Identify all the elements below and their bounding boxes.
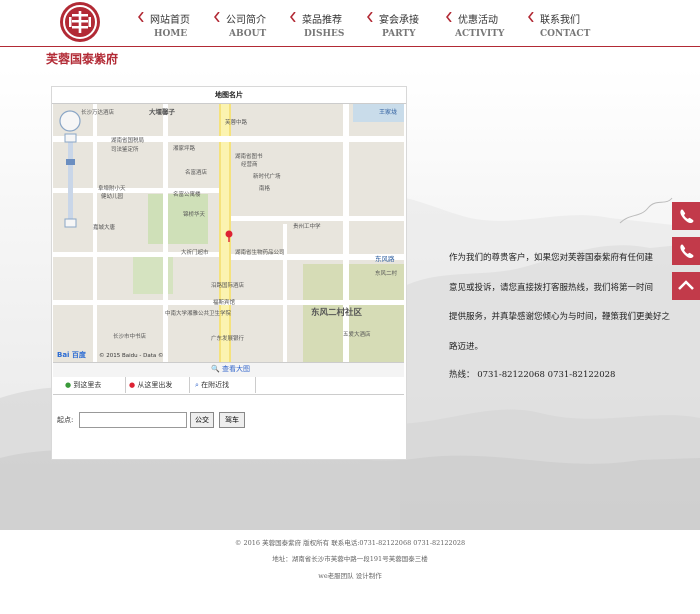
magnifier-icon: 🔍 (211, 365, 220, 373)
chevron-left-icon (138, 12, 144, 22)
map-label: 司法鉴定所 (111, 145, 139, 153)
nav-about-cn: 公司简介 (226, 15, 266, 26)
nav-dishes-cn: 菜品推荐 (302, 15, 342, 26)
pin-icon: ● (129, 381, 136, 389)
intro-line: 作为我们的尊贵客户，如果您对芙蓉国泰紫府有任何建 (449, 253, 654, 263)
map-label: 大祈门超市 (181, 248, 209, 256)
start-input[interactable] (79, 412, 187, 428)
pin-icon: ● (65, 381, 72, 389)
nav-home-cn: 网站首页 (150, 15, 190, 26)
search-icon: ⌕ (195, 381, 199, 389)
start-row: 起点: 公交 驾车 (57, 412, 397, 430)
nav-contact[interactable]: 联系我们 CONTACT (528, 8, 592, 44)
map-label: 长沙市中书店 (113, 332, 147, 340)
phone-icon (680, 209, 694, 224)
map-bigmap-bar: 🔍 查看大图 (53, 362, 404, 377)
map-label: 锦桥华天 (183, 210, 206, 218)
chevron-left-icon (367, 12, 373, 22)
view-big-map-link[interactable]: 🔍 查看大图 (211, 364, 250, 374)
map-label: 湖南省图书 (235, 152, 263, 160)
map-label: 广东发展银行 (211, 334, 245, 342)
baidu-map[interactable]: 长沙万达酒店 湖南省国税局 司法鉴定所 湘家坪路 名富酒店 名富公寓楼 新时代广… (53, 104, 404, 362)
intro-line: 路迈进。 (449, 341, 484, 352)
map-label: 名富公寓楼 (173, 190, 201, 198)
map-label: 福斯宾馆 (213, 298, 236, 306)
map-label: 芙蓉中路 (225, 118, 248, 126)
side-phone-button-2[interactable] (672, 237, 700, 265)
map-label: 东风二村社区 (311, 307, 363, 318)
nav-activity-cn: 优惠活动 (458, 15, 498, 26)
tab-go-here[interactable]: ● 到这里去 (61, 377, 126, 393)
intro-text: 作为我们的尊贵客户，如果您对芙蓉国泰紫府有任何建 意见或投诉，请您直接拨打客服热… (449, 244, 694, 362)
map-label: 东风二村 (375, 269, 398, 277)
nav-party-en: PARTY (382, 29, 416, 39)
intro-line: 提供服务，并真挚感谢您倾心为与时间，鞭策我们更美好之 (449, 312, 671, 322)
svg-text:Bai 百度: Bai 百度 (57, 350, 87, 359)
nav-about-en: ABOUT (229, 29, 267, 39)
footer: © 2016 芙蓉国泰紫府 版权所有 联系电话:0731-82122068 07… (0, 530, 700, 614)
nav-contact-en: CONTACT (540, 29, 591, 39)
logo[interactable] (58, 0, 102, 44)
map-canvas[interactable]: 长沙万达酒店 湖南省国税局 司法鉴定所 湘家坪路 名富酒店 名富公寓楼 新时代广… (53, 104, 404, 362)
map-label: 湖南省生物药品公司 (235, 248, 285, 256)
chevron-up-icon (678, 280, 694, 290)
tab-nearby[interactable]: ⌕ 在附近找 (191, 377, 256, 393)
map-label: 阜埠附小天 (98, 184, 126, 192)
map-label: 沿路国际酒店 (211, 281, 245, 289)
nav-home-en: HOME (154, 29, 188, 39)
nav-home[interactable]: 网站首页 HOME (138, 8, 198, 44)
map-label: 健幼儿园 (101, 192, 124, 200)
map-header: 地图名片 (52, 87, 406, 104)
start-label: 起点: (57, 416, 74, 424)
nav-activity[interactable]: 优惠活动 ACTIVITY (446, 8, 510, 44)
footer-copyright: © 2016 芙蓉国泰紫府 版权所有 联系电话:0731-82122068 07… (234, 539, 466, 547)
map-label: 王家垅 (379, 108, 397, 116)
bus-button[interactable]: 公交 (190, 412, 214, 428)
map-label: 经营商 (241, 160, 258, 168)
page-title: 芙蓉国泰紫府 (46, 52, 119, 66)
intro-line: 意见或投诉，请您直接拨打客服热线，我们将第一时间 (449, 282, 654, 293)
drive-button[interactable]: 驾车 (219, 412, 245, 428)
footer-design: we老服团队 设计制作 (318, 572, 382, 580)
nav-dishes[interactable]: 菜品推荐 DISHES (290, 8, 350, 44)
nav-dishes-en: DISHES (304, 29, 345, 39)
map-label: 东风路 (375, 254, 395, 263)
nav-about[interactable]: 公司简介 ABOUT (214, 8, 274, 44)
nav-activity-en: ACTIVITY (455, 29, 505, 39)
nav-party-cn: 宴会承接 (379, 15, 419, 26)
chevron-left-icon (446, 12, 452, 22)
back-to-top-button[interactable] (672, 272, 700, 300)
map-copyright: © 2015 Baidu - Data © (99, 352, 164, 359)
map-card: 地图名片 长沙万达酒店 湖南省国税局 司法鉴定所 湘家坪路 名富酒店 名富公寓楼… (51, 86, 407, 460)
route-tabs: ● 到这里去 ● 从这里出发 ⌕ 在附近找 (53, 377, 404, 395)
chevron-left-icon (290, 12, 296, 22)
chevron-left-icon (528, 12, 534, 22)
map-label: 中南大学湘雅公共卫生学院 (165, 309, 232, 317)
map-label: 湖南省国税局 (111, 136, 144, 144)
map-label: 南格 (259, 184, 271, 192)
map-label: 湘家坪路 (173, 144, 196, 152)
title-bar: 芙蓉国泰紫府 (0, 47, 700, 69)
map-label: 五爱大酒店 (343, 330, 371, 338)
map-label: 名富酒店 (185, 168, 208, 176)
map-label: 嘉城大唐 (93, 223, 116, 231)
map-label: 长沙万达酒店 (81, 108, 115, 116)
map-label: 大堰馨子 (149, 107, 176, 116)
map-label: 贵州工中学 (293, 222, 321, 230)
nav-contact-cn: 联系我们 (540, 15, 580, 26)
header: 网站首页 HOME 公司简介 ABOUT 菜品推荐 DISHES 宴会承接 PA… (0, 0, 700, 47)
map-label: 新时代广场 (253, 172, 281, 180)
side-phone-button[interactable] (672, 202, 700, 230)
chevron-left-icon (214, 12, 220, 22)
phone-icon (680, 244, 694, 259)
footer-address: 地址：湖南省长沙市芙蓉中路一段191号芙蓉国泰三楼 (272, 555, 428, 563)
nav-party[interactable]: 宴会承接 PARTY (367, 8, 427, 44)
hotline: 热线： 0731-82122068 0731-82122028 (449, 370, 616, 380)
tab-from-here[interactable]: ● 从这里出发 (125, 377, 190, 393)
